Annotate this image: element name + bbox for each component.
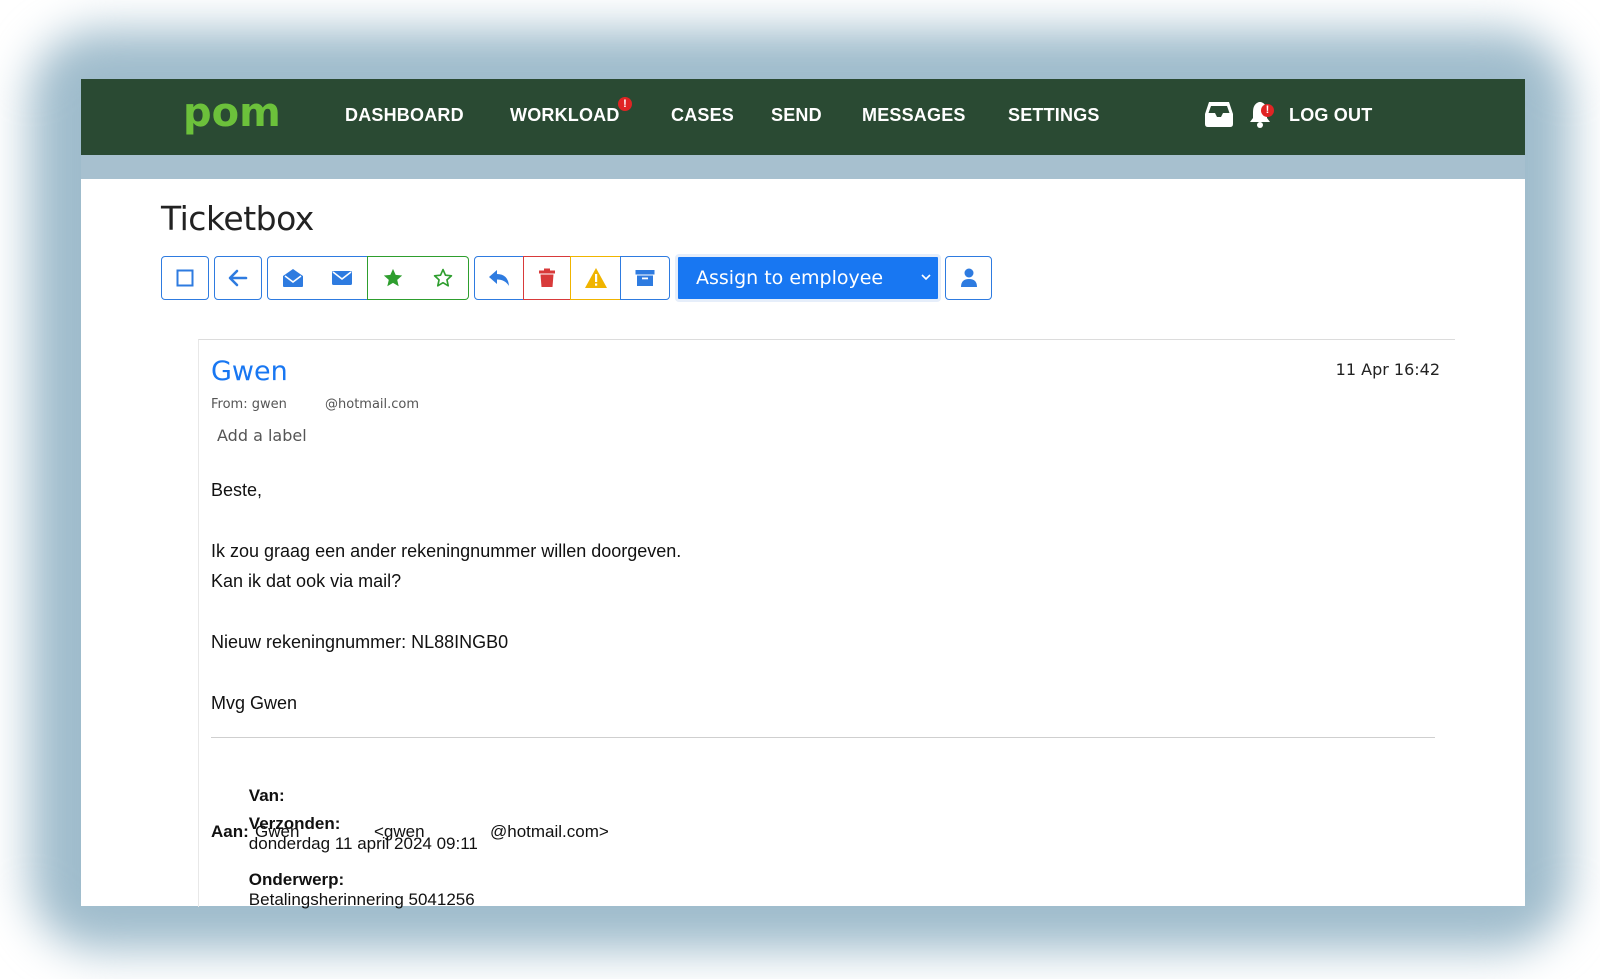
- assign-select-value: Assign to employee: [696, 267, 884, 289]
- aan-name: Gwen: [255, 822, 300, 841]
- from-domain: @hotmail.com: [325, 397, 420, 412]
- quoted-aan: Aan: Gwen <gwen @hotmail.com>: [211, 822, 811, 844]
- envelope-open-icon: [282, 269, 303, 287]
- envelope-icon: [332, 271, 352, 285]
- notification-badge: !: [1261, 104, 1274, 117]
- page-title: Ticketbox: [161, 199, 314, 238]
- reply-icon: [489, 270, 509, 286]
- trash-icon: [539, 268, 555, 287]
- assign-user-button[interactable]: [945, 256, 992, 300]
- message-card: Gwen 11 Apr 16:42 From: gwen @hotmail.co…: [198, 339, 1455, 909]
- select-all-button[interactable]: [161, 256, 209, 300]
- star-filled-icon: [383, 268, 402, 287]
- add-label-link[interactable]: Add a label: [217, 426, 307, 445]
- from-address: From: gwen: [211, 397, 287, 412]
- nav-cases[interactable]: CASES: [671, 105, 734, 126]
- logo-text: pom: [183, 93, 281, 136]
- chevron-down-icon: [921, 274, 931, 281]
- back-button[interactable]: [214, 256, 262, 300]
- content-panel: Ticketbox Assign to employee Gwen 11 Apr…: [81, 179, 1525, 909]
- body-greeting: Beste,: [211, 480, 263, 500]
- message-date: 11 Apr 16:42: [1335, 360, 1440, 379]
- body-line-2: Kan ik dat ook via mail?: [211, 571, 402, 591]
- warning-icon: [584, 268, 607, 288]
- workload-alert-badge: !: [618, 97, 632, 111]
- nav-settings[interactable]: SETTINGS: [1008, 105, 1100, 126]
- sender-name[interactable]: Gwen: [211, 356, 288, 387]
- nav-send[interactable]: SEND: [771, 105, 822, 126]
- arrow-left-icon: [228, 269, 248, 287]
- body-line-1: Ik zou graag een ander rekeningnummer wi…: [211, 541, 682, 561]
- spam-button[interactable]: [570, 256, 621, 300]
- archive-button[interactable]: [620, 256, 670, 300]
- reply-button[interactable]: [474, 256, 524, 300]
- quote-separator: [211, 737, 1435, 738]
- logout-link[interactable]: LOG OUT: [1289, 105, 1372, 126]
- delete-button[interactable]: [523, 256, 571, 300]
- aan-label: Aan:: [211, 822, 249, 841]
- mark-unread-button[interactable]: [317, 256, 368, 300]
- top-navbar: pom DASHBOARD WORKLOAD ! CASES SEND MESS…: [81, 79, 1525, 155]
- star-button[interactable]: [367, 256, 418, 300]
- onderwerp-value: Betalingsherinnering 5041256: [248, 890, 475, 909]
- assign-employee-select[interactable]: Assign to employee: [675, 254, 941, 302]
- user-icon: [960, 268, 977, 287]
- mark-read-button[interactable]: [267, 256, 318, 300]
- nav-workload[interactable]: WORKLOAD: [510, 105, 620, 126]
- onderwerp-label: Onderwerp:: [248, 870, 345, 889]
- archive-icon: [635, 270, 655, 286]
- unstar-button[interactable]: [417, 256, 469, 300]
- pom-logo[interactable]: pom: [183, 93, 287, 137]
- body-signoff: Mvg Gwen: [211, 693, 298, 713]
- aan-email-end: @hotmail.com>: [490, 822, 609, 841]
- nav-dashboard[interactable]: DASHBOARD: [345, 105, 464, 126]
- star-outline-icon: [433, 268, 452, 287]
- body-line-3: Nieuw rekeningnummer: NL88INGB0: [211, 632, 509, 652]
- nav-messages[interactable]: MESSAGES: [862, 105, 966, 126]
- quoted-onderwerp: Onderwerp: Betalingsherinnering 5041256: [211, 850, 475, 930]
- aan-email-start: <gwen: [374, 822, 425, 841]
- checkbox-icon: [176, 269, 194, 287]
- app-window: pom DASHBOARD WORKLOAD ! CASES SEND MESS…: [81, 79, 1525, 909]
- inbox-icon[interactable]: [1204, 100, 1234, 128]
